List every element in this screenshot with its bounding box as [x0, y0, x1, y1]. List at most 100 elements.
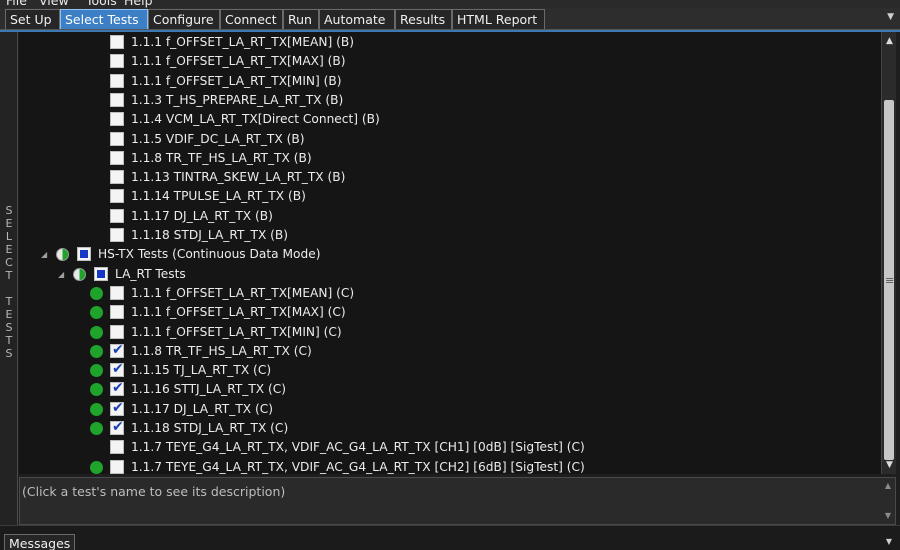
tab-results[interactable]: Results: [395, 9, 452, 29]
test-name-label[interactable]: 1.1.8 TR_TF_HS_LA_RT_TX (B): [131, 149, 312, 168]
chevron-up-icon[interactable]: ▲: [882, 34, 897, 48]
green-dot-icon: [90, 344, 103, 358]
test-checkbox[interactable]: ✔: [110, 400, 124, 416]
test-checkbox[interactable]: [110, 189, 124, 204]
test-name-label[interactable]: 1.1.17 DJ_LA_RT_TX (B): [131, 207, 273, 226]
test-name-label[interactable]: 1.1.18 STDJ_LA_RT_TX (B): [131, 226, 288, 245]
test-row[interactable]: 1.1.1 f_OFFSET_LA_RT_TX[MAX] (C): [19, 303, 879, 322]
test-checkbox[interactable]: [110, 54, 124, 69]
test-name-label[interactable]: 1.1.4 VCM_LA_RT_TX[Direct Connect] (B): [131, 110, 380, 129]
test-checkbox[interactable]: ✔: [110, 380, 124, 397]
test-row[interactable]: 1.1.7 TEYE_G4_LA_RT_TX, VDIF_AC_G4_LA_RT…: [19, 438, 879, 457]
chevron-down-icon[interactable]: ▼: [882, 458, 897, 472]
test-row[interactable]: ✔ 1.1.8 TR_TF_HS_LA_RT_TX (C): [19, 342, 879, 361]
test-checkbox[interactable]: ✔: [110, 419, 124, 435]
green-dot-icon: [90, 286, 103, 300]
green-dot-icon: [90, 422, 103, 435]
test-subgroup-row[interactable]: ◢ LA_RT Tests: [19, 265, 879, 284]
test-row[interactable]: 1.1.14 TPULSE_LA_RT_TX (B): [19, 187, 879, 206]
test-name-label[interactable]: 1.1.1 f_OFFSET_LA_RT_TX[MAX] (B): [131, 52, 346, 71]
tree-collapse-icon[interactable]: ◢: [41, 245, 47, 264]
test-name-label[interactable]: 1.1.8 TR_TF_HS_LA_RT_TX (C): [131, 342, 312, 361]
chevron-down-icon[interactable]: ▼: [886, 537, 892, 546]
chevron-up-icon[interactable]: ▲: [885, 481, 891, 490]
test-checkbox[interactable]: ✔: [110, 361, 124, 378]
test-name-label[interactable]: 1.1.1 f_OFFSET_LA_RT_TX[MIN] (B): [131, 72, 342, 91]
test-name-label[interactable]: 1.1.17 DJ_LA_RT_TX (C): [131, 400, 273, 419]
test-name-label[interactable]: 1.1.7 TEYE_G4_LA_RT_TX, VDIF_AC_G4_LA_RT…: [131, 458, 585, 474]
green-dot-icon: [90, 325, 103, 339]
test-checkbox[interactable]: [110, 228, 124, 242]
test-group-row[interactable]: ◢ HS-TX Tests (Continuous Data Mode): [19, 245, 879, 264]
test-name-label[interactable]: 1.1.1 f_OFFSET_LA_RT_TX[MEAN] (B): [131, 33, 354, 52]
tab-automate[interactable]: Automate: [319, 9, 395, 29]
chevron-down-icon[interactable]: ▼: [887, 12, 894, 22]
test-name-label[interactable]: 1.1.15 TJ_LA_RT_TX (C): [131, 361, 271, 380]
side-label-char: S: [5, 347, 13, 360]
test-checkbox[interactable]: [77, 247, 91, 262]
tree-scrollbar[interactable]: ▲ ≡ ▼: [881, 32, 896, 474]
test-checkbox[interactable]: [110, 440, 124, 455]
test-row[interactable]: 1.1.1 f_OFFSET_LA_RT_TX[MEAN] (B): [19, 33, 879, 52]
test-checkbox[interactable]: [110, 285, 124, 300]
test-checkbox[interactable]: [110, 73, 124, 88]
test-checkbox[interactable]: [110, 150, 124, 165]
test-checkbox[interactable]: [94, 266, 108, 281]
test-checkbox[interactable]: [110, 35, 124, 49]
tab-select-tests[interactable]: Select Tests: [60, 9, 148, 29]
test-tree[interactable]: 1.1.1 f_OFFSET_LA_RT_TX[MEAN] (B) 1.1.1 f…: [19, 32, 881, 474]
tab-configure[interactable]: Configure: [148, 9, 220, 29]
test-name-label[interactable]: LA_RT Tests: [115, 265, 186, 284]
test-name-label[interactable]: HS-TX Tests (Continuous Data Mode): [98, 245, 320, 264]
menu-view[interactable]: View: [39, 0, 69, 8]
test-row[interactable]: 1.1.5 VDIF_DC_LA_RT_TX (B): [19, 130, 879, 149]
test-checkbox[interactable]: [110, 208, 124, 223]
menu-file[interactable]: File: [6, 0, 27, 8]
test-row[interactable]: 1.1.4 VCM_LA_RT_TX[Direct Connect] (B): [19, 110, 879, 129]
test-name-label[interactable]: 1.1.14 TPULSE_LA_RT_TX (B): [131, 187, 306, 206]
description-placeholder: (Click a test's name to see its descript…: [22, 484, 286, 499]
test-row[interactable]: ✔ 1.1.16 STTJ_LA_RT_TX (C): [19, 380, 879, 399]
test-row[interactable]: 1.1.18 STDJ_LA_RT_TX (B): [19, 226, 879, 245]
side-label-select-tests: SELECT TESTS: [2, 204, 16, 360]
tab-messages[interactable]: Messages: [4, 534, 76, 550]
green-dot-icon: [90, 306, 103, 320]
tab-connect[interactable]: Connect: [220, 9, 283, 29]
test-checkbox[interactable]: [110, 131, 124, 146]
test-row[interactable]: ✔ 1.1.17 DJ_LA_RT_TX (C): [19, 400, 879, 419]
test-checkbox[interactable]: [110, 92, 124, 107]
test-row[interactable]: ✔ 1.1.15 TJ_LA_RT_TX (C): [19, 361, 879, 380]
test-row[interactable]: 1.1.7 TEYE_G4_LA_RT_TX, VDIF_AC_G4_LA_RT…: [19, 458, 879, 474]
test-row[interactable]: 1.1.13 TINTRA_SKEW_LA_RT_TX (B): [19, 168, 879, 187]
tab-run[interactable]: Run: [283, 9, 319, 29]
test-name-label[interactable]: 1.1.1 f_OFFSET_LA_RT_TX[MIN] (C): [131, 323, 342, 342]
test-name-label[interactable]: 1.1.13 TINTRA_SKEW_LA_RT_TX (B): [131, 168, 345, 187]
test-row[interactable]: 1.1.1 f_OFFSET_LA_RT_TX[MAX] (B): [19, 52, 879, 71]
test-checkbox[interactable]: [110, 170, 124, 185]
test-checkbox[interactable]: [110, 459, 124, 474]
test-checkbox[interactable]: [110, 305, 124, 320]
test-name-label[interactable]: 1.1.7 TEYE_G4_LA_RT_TX, VDIF_AC_G4_LA_RT…: [131, 438, 585, 457]
test-row[interactable]: 1.1.3 T_HS_PREPARE_LA_RT_TX (B): [19, 91, 879, 110]
tab-setup[interactable]: Set Up: [5, 9, 60, 29]
test-name-label[interactable]: 1.1.1 f_OFFSET_LA_RT_TX[MEAN] (C): [131, 284, 354, 303]
test-row[interactable]: 1.1.1 f_OFFSET_LA_RT_TX[MEAN] (C): [19, 284, 879, 303]
test-checkbox[interactable]: ✔: [110, 342, 124, 358]
tab-html-report[interactable]: HTML Report: [452, 9, 545, 29]
test-name-label[interactable]: 1.1.3 T_HS_PREPARE_LA_RT_TX (B): [131, 91, 343, 110]
test-row[interactable]: 1.1.1 f_OFFSET_LA_RT_TX[MIN] (B): [19, 72, 879, 91]
test-row[interactable]: 1.1.1 f_OFFSET_LA_RT_TX[MIN] (C): [19, 323, 879, 342]
tree-collapse-icon[interactable]: ◢: [58, 265, 64, 284]
test-row[interactable]: ✔ 1.1.18 STDJ_LA_RT_TX (C): [19, 419, 879, 438]
test-row[interactable]: 1.1.8 TR_TF_HS_LA_RT_TX (B): [19, 149, 879, 168]
menu-tools[interactable]: Tools: [86, 0, 117, 8]
test-name-label[interactable]: 1.1.1 f_OFFSET_LA_RT_TX[MAX] (C): [131, 303, 346, 322]
test-checkbox[interactable]: [110, 324, 124, 339]
test-checkbox[interactable]: [110, 112, 124, 127]
test-name-label[interactable]: 1.1.5 VDIF_DC_LA_RT_TX (B): [131, 130, 304, 149]
test-name-label[interactable]: 1.1.16 STTJ_LA_RT_TX (C): [131, 380, 286, 399]
test-row[interactable]: 1.1.17 DJ_LA_RT_TX (B): [19, 207, 879, 226]
test-name-label[interactable]: 1.1.18 STDJ_LA_RT_TX (C): [131, 419, 288, 438]
menu-help[interactable]: Help: [124, 0, 153, 8]
chevron-down-icon[interactable]: ▼: [885, 511, 891, 520]
